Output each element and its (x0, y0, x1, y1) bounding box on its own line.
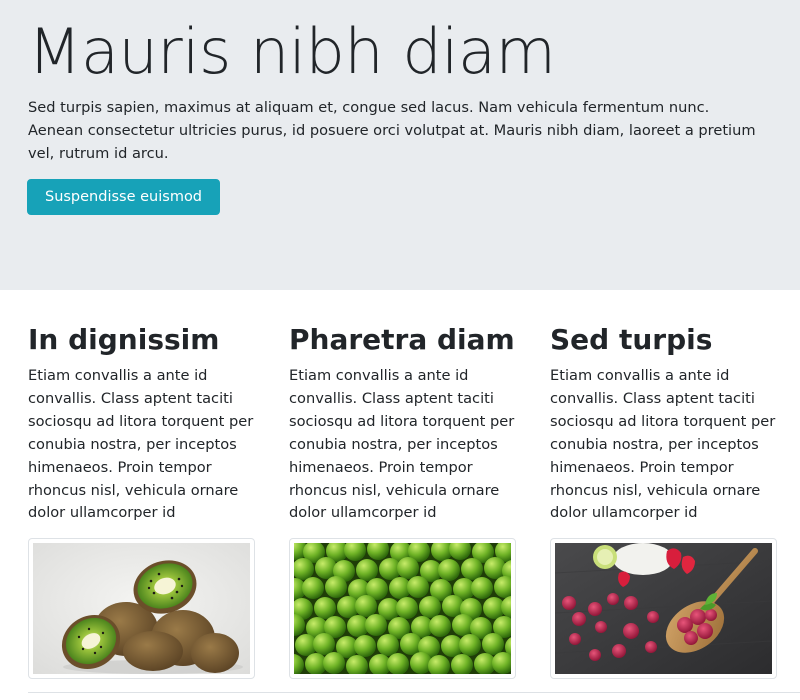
suspendisse-euismod-button[interactable]: Suspendisse euismod (27, 179, 220, 215)
apple-shape (314, 597, 336, 619)
green-apples-image (289, 538, 516, 679)
column-title: In dignissim (28, 323, 220, 356)
feature-column-1: In dignissim Etiam convallis a ante id c… (28, 318, 260, 525)
footer-divider (28, 692, 800, 693)
apple-shape (396, 597, 418, 619)
apple-shape (325, 576, 347, 598)
apple-shape (313, 633, 335, 655)
apple-shape (387, 653, 409, 674)
apple-shape (482, 633, 504, 655)
jumbotron: Mauris nibh diam Sed turpis sapien, maxi… (0, 0, 800, 290)
apple-shape (459, 634, 481, 656)
kiwi-illustration (33, 543, 250, 674)
apple-shape (354, 635, 376, 657)
raspberries-spoon-image (550, 538, 777, 679)
apple-shape (365, 614, 387, 636)
apple-shape (356, 559, 378, 581)
apple-shape (471, 577, 493, 599)
hero-lead-text: Sed turpis sapien, maximus at aliquam et… (28, 99, 756, 162)
apple-shape (323, 652, 345, 674)
column-text: Etiam convallis a ante id convallis. Cla… (289, 367, 515, 522)
apple-shape (461, 558, 483, 580)
apple-shape (438, 559, 460, 581)
column-title: Pharetra diam (289, 323, 515, 356)
green-apples-illustration (294, 543, 511, 674)
raspberries-illustration (555, 543, 772, 674)
apple-shape (302, 577, 324, 599)
apple-shape (419, 596, 441, 618)
feature-column-3: Sed turpis Etiam convallis a ante id con… (550, 318, 782, 525)
column-text: Etiam convallis a ante id convallis. Cla… (28, 367, 254, 522)
apple-shape (407, 576, 429, 598)
apple-shape (355, 595, 377, 617)
column-title: Sed turpis (550, 323, 713, 356)
kiwi-fruit-image (28, 538, 255, 679)
hero-title: Mauris nibh diam (28, 15, 556, 88)
column-text: Etiam convallis a ante id convallis. Cla… (550, 367, 776, 522)
apple-shape (397, 557, 419, 579)
apple-shape (377, 634, 399, 656)
feature-column-2: Pharetra diam Etiam convallis a ante id … (289, 318, 521, 525)
apple-shape (429, 615, 451, 637)
